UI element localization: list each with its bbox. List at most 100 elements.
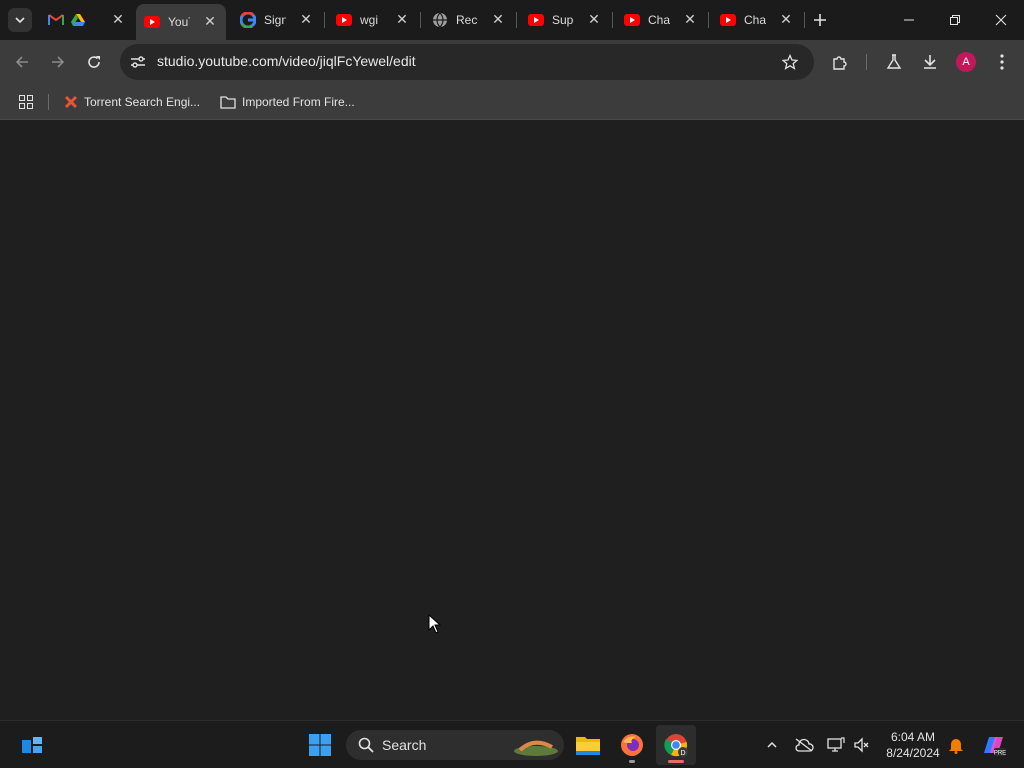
close-icon[interactable]: ✕: [394, 12, 410, 28]
network-tray[interactable]: [824, 733, 848, 757]
running-indicator: [629, 760, 635, 763]
notifications-button[interactable]: [944, 733, 968, 757]
close-icon[interactable]: ✕: [110, 12, 126, 28]
folder-icon: [220, 96, 236, 109]
menu-button[interactable]: [986, 46, 1018, 78]
tab-title: Recent: [456, 13, 478, 27]
tab-strip: ✕ YouTube ✕ Sign in ✕ wgi ✕ Recent ✕: [0, 0, 1024, 40]
profile-avatar[interactable]: A: [956, 52, 976, 72]
taskbar-firefox[interactable]: [612, 725, 652, 765]
tab-youtube-active[interactable]: YouTube ✕: [136, 4, 226, 40]
bell-icon: [949, 739, 963, 754]
windows-logo-icon: [309, 734, 331, 756]
search-highlight-image-icon: [514, 740, 558, 756]
tab-title: Channel: [744, 13, 766, 27]
speaker-muted-icon: [854, 737, 869, 753]
search-icon: [358, 737, 374, 753]
close-icon[interactable]: ✕: [298, 12, 314, 28]
forward-arrow-icon: [52, 56, 65, 68]
tab-title: wgi: [360, 13, 379, 27]
tab-separator: [612, 12, 613, 28]
folder-icon: [576, 737, 600, 755]
tab-title: Super: [552, 13, 574, 27]
search-label: Search: [382, 737, 427, 753]
bookmark-folder-imported[interactable]: Imported From Fire...: [220, 90, 355, 114]
tab-separator: [324, 12, 325, 28]
onedrive-tray[interactable]: [792, 733, 816, 757]
tab-youtube-channel[interactable]: Channel ✕: [616, 4, 706, 36]
bookmark-label: Torrent Search Engi...: [84, 95, 201, 109]
tab-separator: [420, 12, 421, 28]
flask-icon: [886, 54, 902, 69]
back-button[interactable]: [6, 46, 38, 78]
display-network-icon: [827, 737, 845, 752]
plus-icon: [814, 14, 826, 26]
close-icon[interactable]: ✕: [778, 12, 794, 28]
taskbar-file-explorer[interactable]: [568, 725, 608, 765]
x-favicon-icon: [64, 95, 78, 109]
copilot-button[interactable]: PRE: [978, 733, 1008, 757]
bookmark-torrent-search[interactable]: Torrent Search Engi...: [64, 90, 200, 114]
cloud-off-icon: [795, 738, 814, 752]
close-icon: [995, 14, 1007, 26]
clock-date: 8/24/2024: [886, 746, 940, 760]
tab-gmail[interactable]: ✕: [40, 4, 134, 36]
widgets-icon: [22, 737, 42, 753]
clock-time: 6:04 AM: [890, 730, 936, 744]
apps-grid-icon: [19, 95, 33, 109]
svg-text:D: D: [680, 750, 685, 757]
youtube-icon: [720, 12, 736, 28]
bookmarks-bar: Torrent Search Engi... Imported From Fir…: [0, 84, 1024, 120]
start-button[interactable]: [300, 725, 340, 765]
site-settings-icon[interactable]: [128, 52, 148, 72]
tab-title: YouTube: [168, 15, 190, 29]
firefox-icon: [621, 734, 643, 756]
show-hidden-icons-button[interactable]: [760, 733, 784, 757]
tab-google-signin[interactable]: Sign in ✕: [232, 4, 322, 36]
new-tab-button[interactable]: [808, 8, 832, 32]
youtube-icon: [144, 14, 160, 30]
gmail-icon: [48, 12, 64, 28]
globe-icon: [432, 12, 448, 28]
url-text[interactable]: studio.youtube.com/video/jiqlFcYewel/edi…: [157, 53, 416, 69]
taskbar-chrome[interactable]: D: [656, 725, 696, 765]
tab-recent[interactable]: Recent ✕: [424, 4, 514, 36]
widgets-button[interactable]: [12, 725, 52, 765]
address-bar[interactable]: studio.youtube.com/video/jiqlFcYewel/edi…: [120, 44, 814, 80]
chevron-down-icon: [15, 17, 25, 24]
volume-tray[interactable]: [850, 733, 874, 757]
tab-youtube-channel[interactable]: Channel ✕: [712, 4, 802, 36]
apps-button[interactable]: [16, 92, 36, 112]
close-icon[interactable]: ✕: [490, 12, 506, 28]
toolbar-separator: [866, 54, 867, 70]
taskbar-search-box[interactable]: Search: [346, 730, 564, 760]
mouse-cursor-icon: [428, 614, 442, 634]
system-clock[interactable]: 6:04 AM 8/24/2024: [880, 729, 946, 761]
restore-button[interactable]: [932, 0, 978, 40]
drive-icon: [70, 12, 86, 28]
page-content: [0, 121, 1024, 720]
close-window-button[interactable]: [978, 0, 1024, 40]
tab-youtube-wgi[interactable]: wgi ✕: [328, 4, 418, 36]
minimize-button[interactable]: [886, 0, 932, 40]
close-icon[interactable]: ✕: [682, 12, 698, 28]
reload-button[interactable]: [78, 46, 110, 78]
tab-search-button[interactable]: [8, 8, 32, 32]
chevron-up-icon: [767, 741, 777, 748]
extensions-button[interactable]: [824, 46, 856, 78]
more-vertical-icon: [1000, 54, 1004, 70]
tab-separator: [804, 12, 805, 28]
svg-text:PRE: PRE: [994, 751, 1006, 757]
tab-youtube-super[interactable]: Super ✕: [520, 4, 610, 36]
back-arrow-icon: [15, 56, 28, 68]
close-icon[interactable]: ✕: [586, 12, 602, 28]
puzzle-icon: [833, 56, 847, 70]
close-icon[interactable]: ✕: [202, 14, 218, 30]
youtube-icon: [336, 12, 352, 28]
tab-separator: [516, 12, 517, 28]
forward-button[interactable]: [42, 46, 74, 78]
tab-title: Sign in: [264, 13, 286, 27]
downloads-button[interactable]: [914, 46, 946, 78]
bookmark-star-icon[interactable]: [780, 52, 800, 72]
labs-button[interactable]: [878, 46, 910, 78]
